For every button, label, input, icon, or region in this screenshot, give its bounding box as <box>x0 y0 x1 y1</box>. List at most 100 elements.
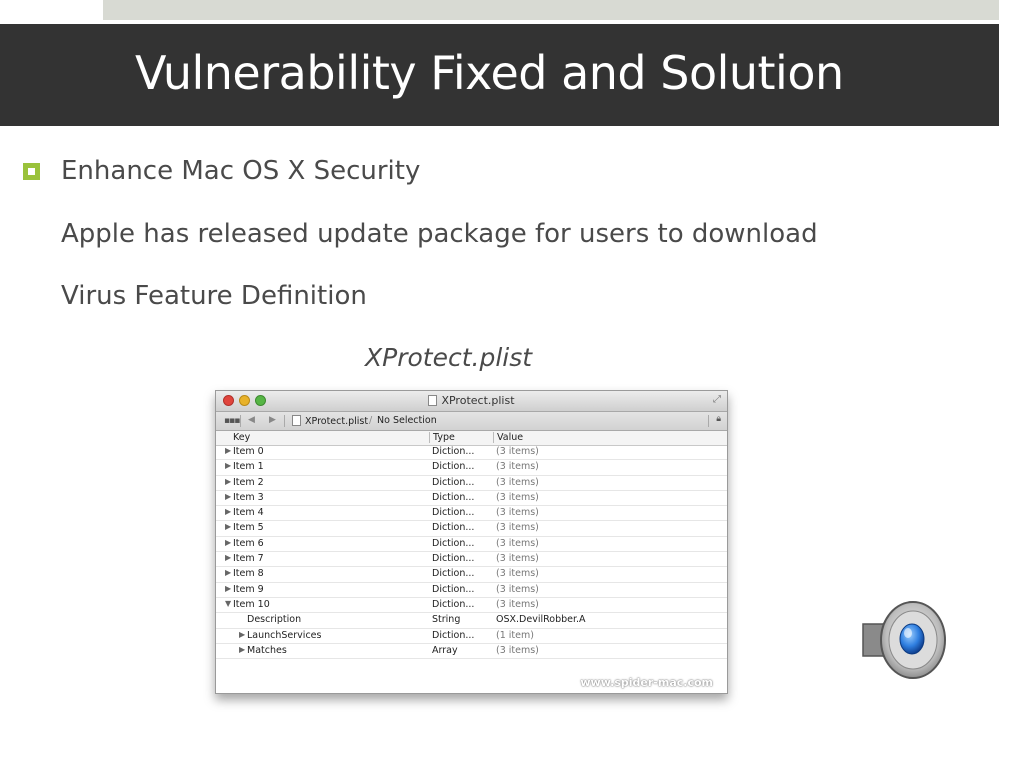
speaker-icon[interactable] <box>853 596 949 684</box>
row-type: Diction... <box>432 522 475 534</box>
disclosure-triangle-icon[interactable]: ▶ <box>225 522 231 531</box>
row-key: Item 7 <box>233 553 264 565</box>
disclosure-expanded-icon[interactable]: ▼ <box>225 599 231 608</box>
document-icon <box>428 395 438 406</box>
row-key: Item 1 <box>233 461 264 473</box>
row-key: Item 2 <box>233 476 264 488</box>
row-value: (3 items) <box>496 583 539 595</box>
row-value: (3 items) <box>496 446 539 457</box>
table-row[interactable]: ▶ Item 3 Diction... (3 items) <box>216 491 727 507</box>
table-row[interactable]: ▶ Item 0 Diction... (3 items) <box>216 445 727 461</box>
row-value: (3 items) <box>496 598 539 610</box>
slide-title: Vulnerability Fixed and Solution <box>135 46 844 100</box>
navigation-toolbar: ▪▪▪ ◀ ▶ XProtect.plist / No Selection 🔒︎ <box>216 412 727 431</box>
disclosure-triangle-icon[interactable]: ▶ <box>225 477 231 486</box>
row-value: OSX.DevilRobber.A <box>496 614 586 626</box>
disclosure-triangle-icon[interactable]: ▶ <box>225 584 231 593</box>
disclosure-triangle-icon[interactable]: ▶ <box>225 538 231 547</box>
jump-bar-file[interactable]: XProtect.plist <box>292 415 368 427</box>
column-type[interactable]: Type <box>429 432 455 443</box>
row-key: Item 0 <box>233 446 264 457</box>
toolbar-divider <box>708 415 709 427</box>
table-row[interactable]: ▶ Item 9 Diction... (3 items) <box>216 583 727 598</box>
jump-bar-file-label: XProtect.plist <box>305 416 369 427</box>
row-value: (3 items) <box>496 491 539 503</box>
plist-editor-window: XProtect.plist ⤢ ▪▪▪ ◀ ▶ XProtect.plist … <box>215 390 728 694</box>
row-key: Matches <box>247 644 287 656</box>
row-value: (3 items) <box>496 476 539 488</box>
table-row[interactable]: ▼ Item 10 Diction... (3 items) <box>216 598 727 614</box>
disclosure-triangle-icon[interactable]: ▶ <box>225 492 231 501</box>
row-value: (3 items) <box>496 461 539 473</box>
disclosure-triangle-icon[interactable]: ▶ <box>225 461 231 470</box>
table-row[interactable]: ▶ Item 5 Diction... (3 items) <box>216 521 727 537</box>
bullet-heading: Enhance Mac OS X Security <box>61 156 421 186</box>
row-type: Diction... <box>432 598 475 610</box>
grid-view-icon[interactable]: ▪▪▪ <box>224 416 240 426</box>
row-key: Description <box>247 614 302 626</box>
watermark: www.spider-mac.com <box>580 676 713 689</box>
row-value: (3 items) <box>496 568 539 580</box>
table-row[interactable]: Description String OSX.DevilRobber.A <box>216 613 727 629</box>
window-title-text: XProtect.plist <box>441 394 515 407</box>
forward-arrow-icon[interactable]: ▶ <box>269 415 276 425</box>
row-type: Diction... <box>432 507 475 519</box>
toolbar-divider <box>240 415 241 427</box>
row-value: (3 items) <box>496 644 539 656</box>
disclosure-triangle-icon[interactable]: ▶ <box>239 630 245 639</box>
row-value: (3 items) <box>496 553 539 565</box>
row-value: (3 items) <box>496 522 539 534</box>
disclosure-triangle-icon[interactable]: ▶ <box>225 568 231 577</box>
disclosure-triangle-icon[interactable]: ▶ <box>225 446 231 455</box>
column-key[interactable]: Key <box>233 432 250 443</box>
row-type: String <box>432 614 461 626</box>
body-line-definition: Virus Feature Definition <box>61 281 367 311</box>
table-row[interactable]: ▶ Item 6 Diction... (3 items) <box>216 537 727 553</box>
jump-bar-separator: / <box>369 415 373 426</box>
table-row[interactable]: ▶ Matches Array (3 items) <box>216 644 727 660</box>
row-type: Diction... <box>432 461 475 473</box>
row-key: Item 3 <box>233 491 264 503</box>
row-type: Array <box>432 644 458 656</box>
lock-icon[interactable]: 🔒︎ <box>716 414 721 424</box>
row-value: (3 items) <box>496 537 539 549</box>
row-key: Item 10 <box>233 598 270 610</box>
table-row[interactable]: ▶ LaunchServices Diction... (1 item) <box>216 629 727 644</box>
row-type: Diction... <box>432 629 475 641</box>
back-arrow-icon[interactable]: ◀ <box>248 415 255 425</box>
table-row[interactable]: ▶ Item 8 Diction... (3 items) <box>216 567 727 583</box>
disclosure-triangle-icon[interactable]: ▶ <box>225 553 231 562</box>
top-decor-strip <box>103 0 999 20</box>
document-icon <box>292 415 301 426</box>
row-value: (3 items) <box>496 507 539 519</box>
row-key: Item 9 <box>233 583 264 595</box>
fullscreen-icon[interactable]: ⤢ <box>713 394 721 405</box>
square-bullet-icon <box>23 163 40 180</box>
row-value: (1 item) <box>496 629 534 641</box>
row-key: Item 8 <box>233 568 264 580</box>
row-type: Diction... <box>432 491 475 503</box>
row-key: Item 5 <box>233 522 264 534</box>
jump-bar-selection[interactable]: No Selection <box>377 415 437 426</box>
row-type: Diction... <box>432 568 475 580</box>
plist-rows: ▶ Item 0 Diction... (3 items) ▶ Item 1 Dictio… <box>216 445 727 660</box>
row-key: Item 4 <box>233 507 264 519</box>
image-caption: XProtect.plist <box>365 343 533 372</box>
disclosure-triangle-icon[interactable]: ▶ <box>239 645 245 654</box>
table-row[interactable]: ▶ Item 2 Diction... (3 items) <box>216 476 727 491</box>
row-type: Diction... <box>432 476 475 488</box>
row-type: Diction... <box>432 537 475 549</box>
column-value[interactable]: Value <box>493 432 523 443</box>
column-header: Key Type Value <box>216 431 727 446</box>
body-line-update: Apple has released update package for us… <box>61 219 818 249</box>
table-row[interactable]: ▶ Item 1 Diction... (3 items) <box>216 460 727 476</box>
window-title: XProtect.plist <box>216 394 727 407</box>
window-titlebar: XProtect.plist ⤢ <box>216 391 727 412</box>
disclosure-triangle-icon[interactable]: ▶ <box>225 507 231 516</box>
row-type: Diction... <box>432 446 475 457</box>
table-row[interactable]: ▶ Item 4 Diction... (3 items) <box>216 506 727 522</box>
row-type: Diction... <box>432 553 475 565</box>
row-type: Diction... <box>432 583 475 595</box>
table-row[interactable]: ▶ Item 7 Diction... (3 items) <box>216 552 727 568</box>
toolbar-divider <box>284 415 285 427</box>
